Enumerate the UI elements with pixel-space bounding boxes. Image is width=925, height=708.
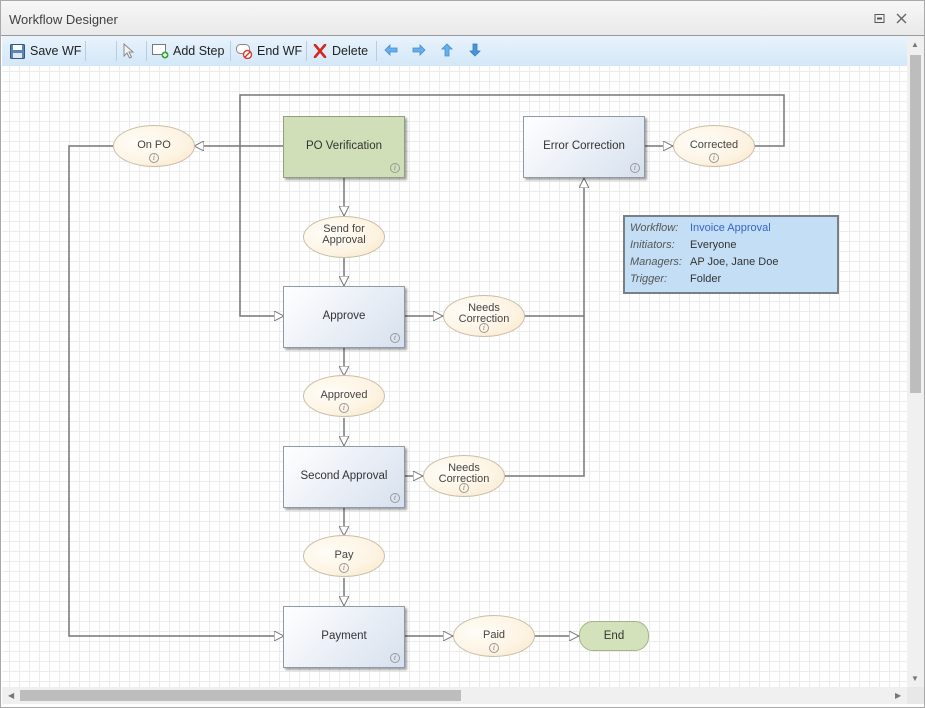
toolbar-separator <box>230 41 231 61</box>
arrow-right-icon <box>412 43 426 59</box>
arrow-down-icon <box>469 43 481 60</box>
info-value: AP Joe, Jane Doe <box>690 256 779 268</box>
scrollbar-corner <box>907 687 924 704</box>
add-step-label: Add Step <box>173 44 225 58</box>
delete-x-icon <box>313 43 327 59</box>
add-step-icon <box>152 43 169 59</box>
info-value: Folder <box>690 273 722 285</box>
end-workflow-icon <box>236 43 253 60</box>
horizontal-scrollbar[interactable]: ◀ ▶ <box>2 687 907 704</box>
horizontal-scroll-thumb[interactable] <box>20 690 461 701</box>
move-up-button[interactable] <box>441 42 453 60</box>
vertical-scrollbar[interactable]: ▲ ▼ <box>907 36 924 687</box>
scroll-left-arrow-icon[interactable]: ◀ <box>8 691 14 700</box>
step-label: Payment <box>321 630 367 642</box>
move-down-button[interactable] <box>469 42 481 60</box>
state-pay[interactable]: Pay i <box>303 535 385 577</box>
info-key: Managers: <box>630 256 682 268</box>
scroll-right-arrow-icon[interactable]: ▶ <box>895 691 901 700</box>
title-bar: Workflow Designer <box>1 1 924 36</box>
info-icon[interactable]: i <box>339 563 349 573</box>
connector-needs-correction-2-to-error-correction <box>504 316 585 477</box>
info-icon[interactable]: i <box>479 323 489 333</box>
connector-needs-correction-1-to-error-correction <box>524 178 584 317</box>
end-label: End <box>603 630 625 642</box>
step-label: Second Approval <box>300 470 388 482</box>
scroll-down-arrow-icon[interactable]: ▼ <box>911 674 919 683</box>
add-step-button[interactable]: Add Step <box>152 42 224 60</box>
save-wf-button[interactable]: Save WF <box>10 42 81 60</box>
window-title: Workflow Designer <box>9 12 118 27</box>
state-label-line-2: Approval <box>322 234 366 246</box>
state-approved[interactable]: Approved i <box>303 375 385 417</box>
step-second-approval[interactable]: Second Approval i <box>283 446 405 508</box>
vertical-scroll-thumb[interactable] <box>910 55 921 393</box>
workflow-info-panel: Workflow: Invoice Approval Initiators: E… <box>623 215 839 294</box>
toolbar-separator <box>376 41 377 61</box>
info-icon[interactable]: i <box>390 333 400 343</box>
toolbar-separator <box>306 41 307 61</box>
info-icon[interactable]: i <box>709 153 719 163</box>
state-on-po[interactable]: On PO i <box>113 125 195 167</box>
toolbar-separator <box>85 41 86 61</box>
arrow-up-icon <box>441 42 453 60</box>
step-po-verification[interactable]: PO Verification i <box>283 116 405 178</box>
arrow-left-icon <box>384 43 398 59</box>
state-needs-correction-1[interactable]: Needs Correction i <box>443 295 525 337</box>
restore-icon[interactable] <box>874 13 885 24</box>
state-label: Pay <box>334 549 354 561</box>
step-payment[interactable]: Payment i <box>283 606 405 668</box>
state-corrected[interactable]: Corrected i <box>673 125 755 167</box>
connector-on-po-to-payment <box>68 145 284 636</box>
step-label: Approve <box>322 310 366 322</box>
state-paid[interactable]: Paid i <box>453 615 535 657</box>
move-left-button[interactable] <box>384 42 398 60</box>
state-label: Approved <box>320 389 368 401</box>
delete-button[interactable]: Delete <box>313 42 368 60</box>
info-icon[interactable]: i <box>149 153 159 163</box>
info-key: Initiators: <box>630 239 675 251</box>
state-label: Paid <box>482 629 506 641</box>
step-label: Error Correction <box>543 140 625 152</box>
info-value: Everyone <box>690 239 737 251</box>
info-value-workflow-name: Invoice Approval <box>690 222 771 234</box>
select-tool-button[interactable] <box>123 42 135 60</box>
info-icon[interactable]: i <box>459 483 469 493</box>
step-label: PO Verification <box>305 140 383 152</box>
state-label: Corrected <box>689 139 739 151</box>
workflow-designer-window: Workflow Designer Save WF Add Step End W… <box>0 0 925 708</box>
info-icon[interactable]: i <box>630 163 640 173</box>
pointer-icon <box>123 42 135 59</box>
state-needs-correction-2[interactable]: Needs Correction i <box>423 455 505 497</box>
end-wf-label: End WF <box>257 44 303 58</box>
toolbar-separator <box>146 41 147 61</box>
info-icon[interactable]: i <box>390 493 400 503</box>
move-right-button[interactable] <box>412 42 426 60</box>
scroll-up-arrow-icon[interactable]: ▲ <box>911 40 919 49</box>
step-error-correction[interactable]: Error Correction i <box>523 116 645 178</box>
end-wf-button[interactable]: End WF <box>236 42 302 60</box>
info-key: Trigger: <box>630 273 668 285</box>
info-icon[interactable]: i <box>390 163 400 173</box>
info-icon[interactable]: i <box>339 403 349 413</box>
save-wf-label: Save WF <box>30 44 82 58</box>
delete-label: Delete <box>332 44 369 58</box>
toolbar: Save WF Add Step End WF Delete <box>2 36 907 66</box>
info-icon[interactable]: i <box>489 643 499 653</box>
end-node[interactable]: End <box>579 621 649 651</box>
state-send-for-approval[interactable]: Send for Approval <box>303 216 385 258</box>
info-icon[interactable]: i <box>390 653 400 663</box>
floppy-disk-icon <box>10 43 25 59</box>
info-key: Workflow: <box>630 222 679 234</box>
toolbar-separator <box>116 41 117 61</box>
workflow-canvas[interactable]: PO Verification i Error Correction i App… <box>2 66 907 687</box>
state-label: On PO <box>137 139 171 151</box>
close-icon[interactable] <box>896 13 907 24</box>
step-approve[interactable]: Approve i <box>283 286 405 348</box>
